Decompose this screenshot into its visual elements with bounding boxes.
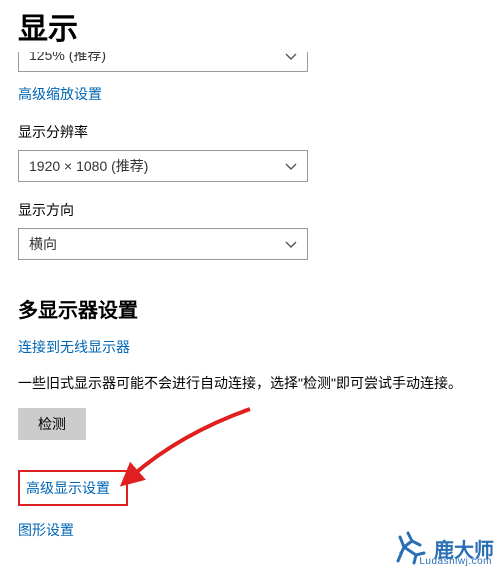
chevron-down-icon — [285, 238, 297, 250]
orientation-label: 显示方向 — [18, 200, 482, 220]
display-settings-page: 显示 125% (推荐) 高级缩放设置 显示分辨率 1920 × 1080 (推… — [0, 4, 500, 571]
advanced-scale-link[interactable]: 高级缩放设置 — [18, 84, 102, 104]
graphics-settings-link[interactable]: 图形设置 — [18, 520, 74, 540]
chevron-down-icon — [285, 52, 297, 62]
scale-value: 125% (推荐) — [29, 52, 106, 65]
resolution-dropdown[interactable]: 1920 × 1080 (推荐) — [18, 150, 308, 182]
resolution-label: 显示分辨率 — [18, 122, 482, 142]
detect-button[interactable]: 检测 — [18, 408, 86, 440]
chevron-down-icon — [285, 160, 297, 172]
advanced-display-link[interactable]: 高级显示设置 — [26, 478, 110, 498]
connect-wireless-link[interactable]: 连接到无线显示器 — [18, 337, 130, 357]
resolution-value: 1920 × 1080 (推荐) — [29, 156, 148, 176]
watermark-url: Ludashiwj.com — [419, 556, 492, 567]
scale-dropdown[interactable]: 125% (推荐) — [18, 52, 308, 72]
multi-display-heading: 多显示器设置 — [18, 294, 482, 323]
highlight-annotation: 高级显示设置 — [18, 470, 128, 506]
watermark: 鹿大师 Ludashiwj.com — [390, 531, 494, 565]
orientation-value: 横向 — [29, 234, 57, 254]
multi-display-description: 一些旧式显示器可能不会进行自动连接，选择"检测"即可尝试手动连接。 — [18, 373, 482, 394]
orientation-dropdown[interactable]: 横向 — [18, 228, 308, 260]
page-title: 显示 — [18, 4, 482, 48]
